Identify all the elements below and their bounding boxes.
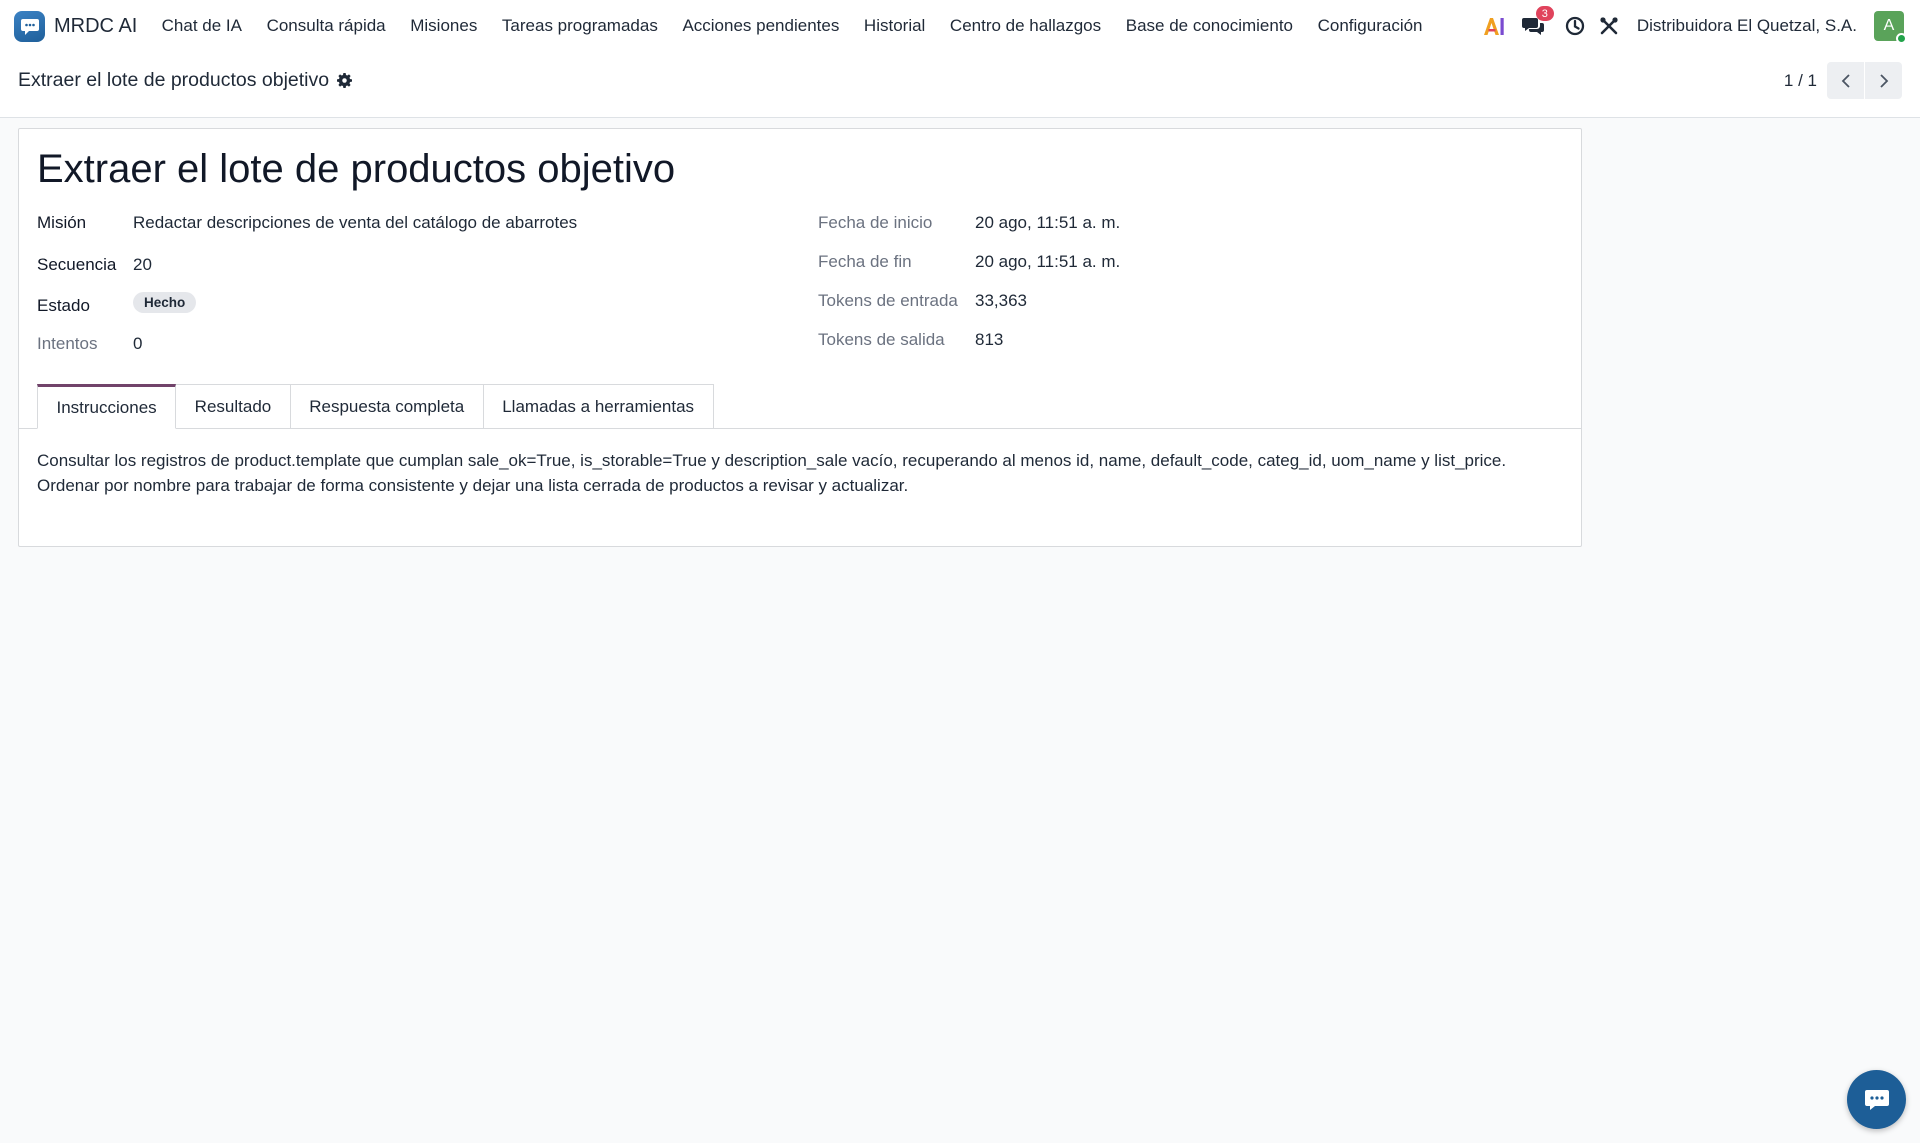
menu-item-chat-ia[interactable]: Chat de IA (149, 16, 254, 36)
instructions-text: Consultar los registros de product.templ… (37, 451, 1507, 495)
field-estado: Estado Hecho (37, 292, 797, 318)
main-menu: Chat de IA Consulta rápida Misiones Tare… (149, 16, 1434, 36)
clock-icon[interactable] (1564, 15, 1586, 37)
field-label-fecha-fin: Fecha de fin (818, 252, 912, 271)
tab-llamadas-herramientas[interactable]: Llamadas a herramientas (483, 384, 714, 429)
menu-item-configuracion[interactable]: Configuración (1305, 16, 1435, 36)
chevron-right-icon (1879, 73, 1888, 88)
field-tokens-entrada: Tokens de entrada 33,363 (818, 289, 1318, 313)
status-badge: Hecho (133, 292, 197, 313)
control-panel: Extraer el lote de productos objetivo 1 … (0, 52, 1920, 118)
chat-bubbles-icon[interactable]: 3 (1521, 6, 1554, 37)
field-label-mision: Misión (37, 213, 87, 232)
messages-badge: 3 (1535, 6, 1554, 21)
field-value-fecha-fin: 20 ago, 11:51 a. m. (975, 252, 1121, 271)
floating-chat-button[interactable] (1847, 1070, 1906, 1129)
field-value-fecha-inicio: 20 ago, 11:51 a. m. (975, 213, 1121, 232)
pager: 1 / 1 (1784, 62, 1902, 99)
field-label-intentos: Intentos (37, 334, 98, 353)
field-fecha-inicio: Fecha de inicio 20 ago, 11:51 a. m. (818, 211, 1318, 235)
field-value-intentos: 0 (133, 334, 143, 353)
chevron-left-icon (1841, 73, 1850, 88)
gear-icon[interactable] (337, 73, 353, 88)
notebook-tabs: Instrucciones Resultado Respuesta comple… (37, 384, 714, 429)
menu-item-misiones[interactable]: Misiones (398, 16, 490, 36)
breadcrumb-current: Extraer el lote de productos objetivo (18, 69, 330, 91)
pager-previous-button[interactable] (1827, 62, 1864, 99)
chat-bubble-icon (1864, 1089, 1889, 1110)
field-secuencia: Secuencia 20 (37, 253, 797, 277)
field-value-secuencia: 20 (133, 255, 152, 274)
record-title: Extraer el lote de productos objetivo (37, 147, 676, 191)
crossed-tools-icon[interactable] (1598, 15, 1620, 37)
field-value-tokens-salida: 813 (975, 330, 1004, 349)
form-sheet: Extraer el lote de productos objetivo Mi… (18, 128, 1582, 547)
tab-respuesta-completa[interactable]: Respuesta completa (290, 384, 484, 429)
field-label-estado: Estado (37, 296, 90, 315)
navbar-systray: 3 Distribuidora El Quetzal, S.A. A (1483, 0, 1920, 52)
field-label-secuencia: Secuencia (37, 255, 117, 274)
field-intentos: Intentos 0 (37, 332, 797, 356)
field-label-tokens-salida: Tokens de salida (818, 330, 945, 349)
pager-next-button[interactable] (1865, 62, 1902, 99)
field-label-fecha-inicio: Fecha de inicio (818, 213, 933, 232)
brand-name: MRDC AI (54, 14, 138, 37)
menu-item-consulta-rapida[interactable]: Consulta rápida (254, 16, 398, 36)
field-label-tokens-entrada: Tokens de entrada (818, 291, 958, 310)
menu-item-historial[interactable]: Historial (852, 16, 938, 36)
tab-resultado[interactable]: Resultado (176, 384, 291, 429)
brand[interactable]: MRDC AI (14, 10, 149, 42)
ai-letter-icon[interactable] (1483, 15, 1505, 37)
field-value-mision[interactable]: Redactar descripciones de venta del catá… (133, 213, 577, 233)
field-mision: Misión Redactar descripciones de venta d… (37, 211, 797, 235)
menu-item-centro-hallazgos[interactable]: Centro de hallazgos (938, 16, 1114, 36)
field-tokens-salida: Tokens de salida 813 (818, 328, 1318, 352)
breadcrumb: Extraer el lote de productos objetivo (18, 69, 353, 92)
avatar-initial: A (1883, 17, 1895, 34)
menu-item-base-conocimiento[interactable]: Base de conocimiento (1113, 16, 1305, 36)
top-navbar: MRDC AI Chat de IA Consulta rápida Misio… (0, 0, 1920, 52)
presence-dot (1896, 33, 1907, 44)
field-fecha-fin: Fecha de fin 20 ago, 11:51 a. m. (818, 250, 1318, 274)
chat-bubble-logo-icon (14, 10, 45, 42)
tab-instrucciones[interactable]: Instrucciones (37, 384, 177, 429)
field-value-tokens-entrada: 33,363 (975, 291, 1027, 310)
company-switcher[interactable]: Distribuidora El Quetzal, S.A. (1637, 16, 1857, 36)
user-avatar[interactable]: A (1874, 11, 1907, 44)
menu-item-acciones-pendientes[interactable]: Acciones pendientes (670, 16, 851, 36)
pager-value[interactable]: 1 / 1 (1784, 71, 1817, 91)
menu-item-tareas-programadas[interactable]: Tareas programadas (490, 16, 671, 36)
